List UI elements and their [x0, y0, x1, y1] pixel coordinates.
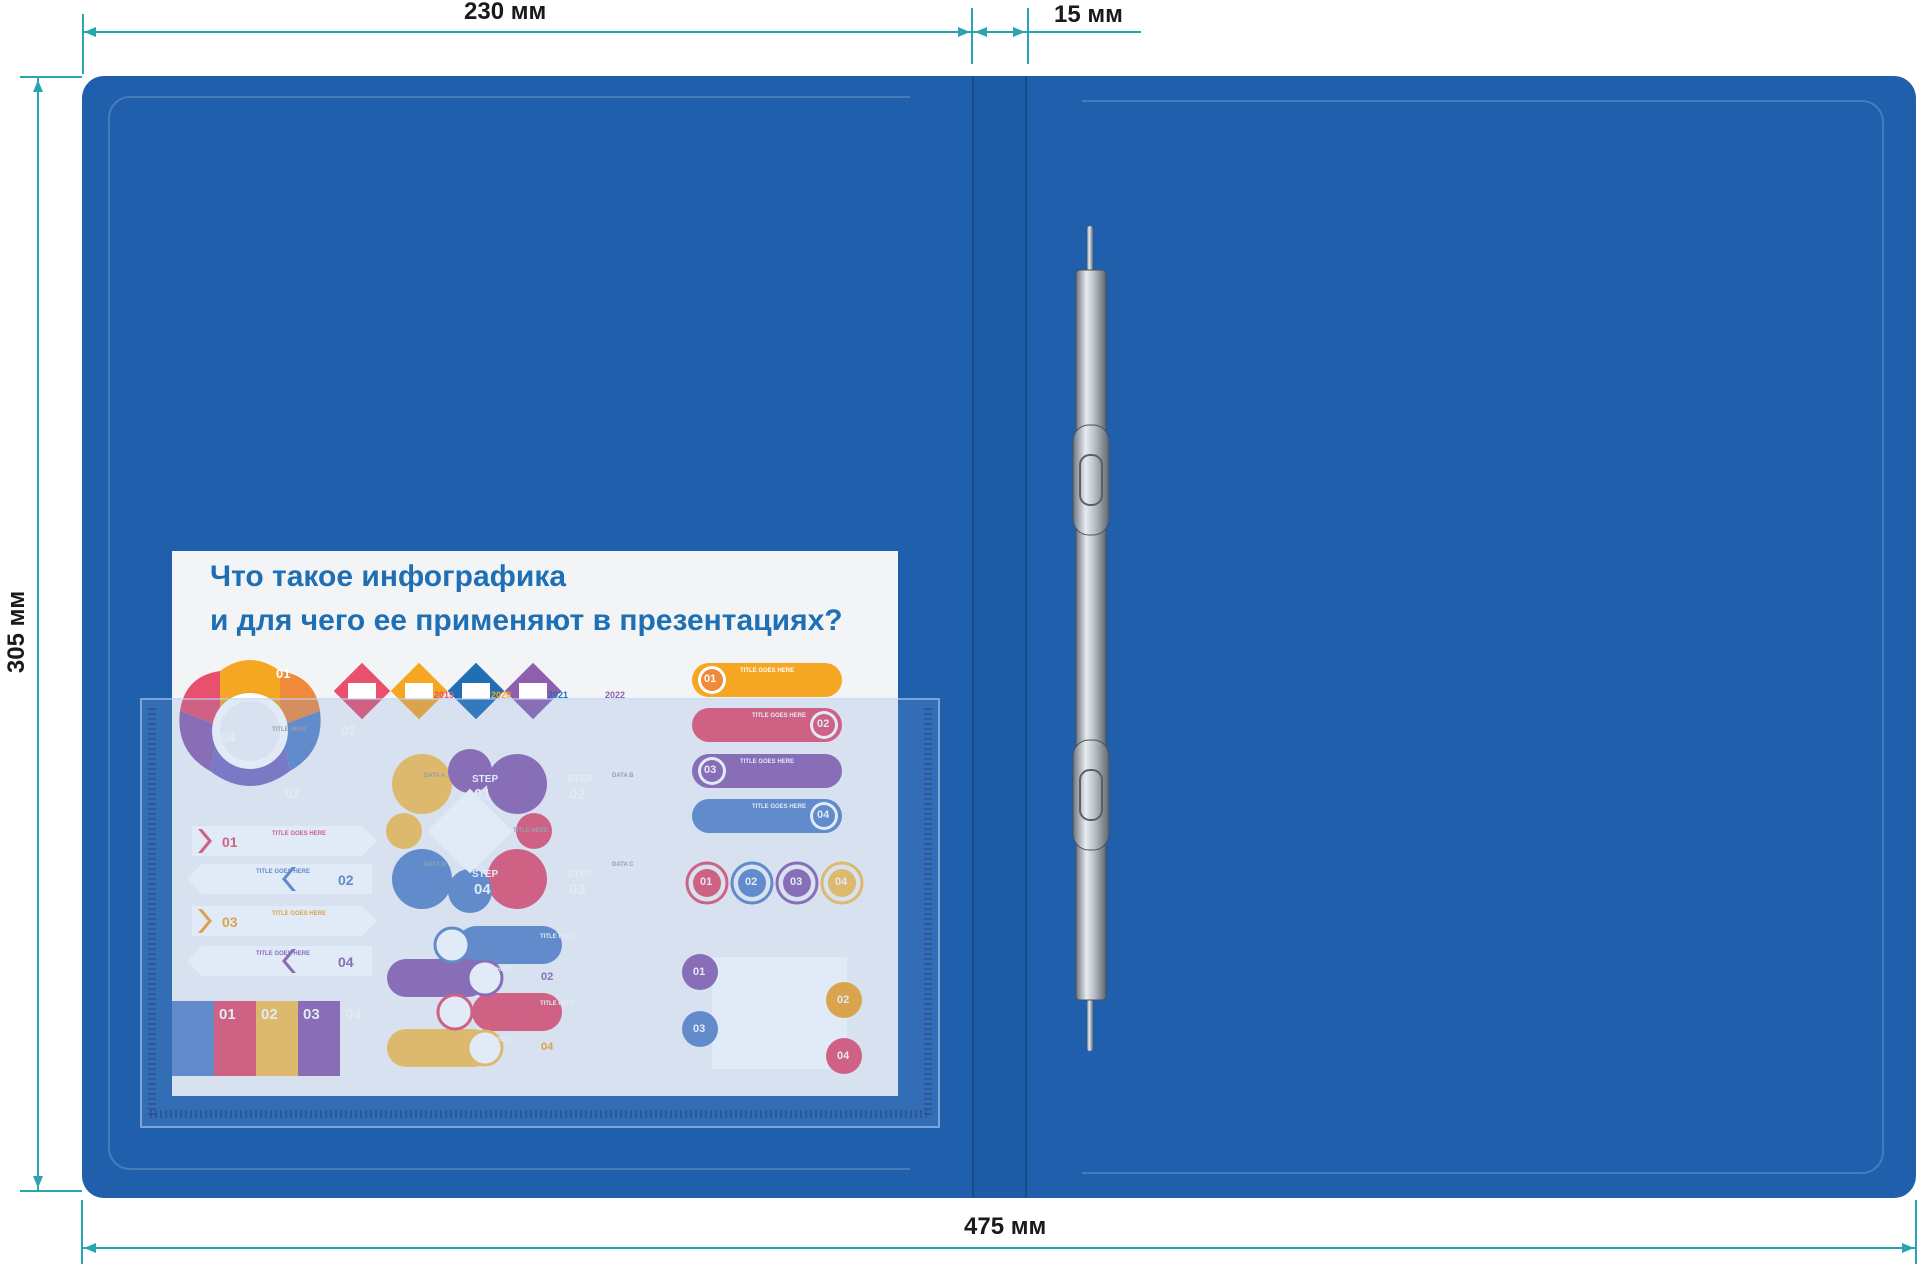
pocket-stitch-right [924, 705, 932, 1115]
pocket-stitch-bottom [150, 1110, 930, 1118]
insert-title-line1: Что такое инфографика [210, 560, 567, 593]
pocket-stitch-left [148, 705, 156, 1115]
right-cover-emboss [1082, 100, 1884, 1174]
flower-step-01: 01 [276, 666, 291, 681]
transparent-pocket [140, 698, 940, 1128]
pill-num-01: 01 [704, 673, 717, 685]
folder-spine [972, 76, 1027, 1198]
spring-clip-icon [1072, 226, 1110, 1051]
insert-title-line2: и для чего ее применяют в презентациях? [210, 604, 843, 637]
pill-title: TITLE GOES HERE [740, 668, 795, 674]
